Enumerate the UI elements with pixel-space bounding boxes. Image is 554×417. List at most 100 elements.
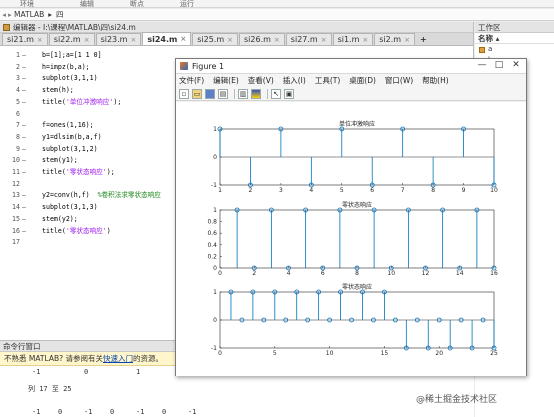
variable-icon	[479, 46, 485, 53]
editor-tab[interactable]: si23.m ×	[95, 33, 142, 45]
figure-title: Figure 1	[192, 61, 225, 71]
figure-menu-item[interactable]: 查看(V)	[248, 75, 274, 86]
figure-menu-item[interactable]: 窗口(W)	[385, 75, 413, 86]
tab-label: si1.m	[337, 35, 360, 44]
figure-window[interactable]: Figure 1 — □ ✕ 文件(F) 编辑(E) 查看(V) 插入(I) 工具(T)…	[175, 58, 527, 376]
tab-label: si26.m	[244, 35, 271, 44]
close-tab-icon[interactable]: ×	[130, 36, 136, 44]
toolstrip-item[interactable]: 环境	[20, 0, 34, 9]
breakpoint-marker[interactable]: —	[22, 120, 26, 131]
figure-menu-item[interactable]: 编辑(E)	[213, 75, 239, 86]
nav-arrow-icon[interactable]: ◂ ▸	[0, 11, 14, 19]
maximize-icon[interactable]: □	[493, 60, 505, 70]
breakpoint-marker[interactable]: —	[22, 144, 26, 155]
output-value: -1	[188, 408, 197, 416]
pointer-icon[interactable]: ↖	[271, 88, 281, 99]
editor-tab[interactable]: si27.m ×	[285, 33, 332, 45]
code-text: title('零状态响应')	[42, 226, 111, 237]
editor-tab[interactable]: si25.m ×	[192, 33, 239, 45]
path-bar[interactable]: ◂ ▸ MATLAB ▸ 四	[0, 9, 554, 21]
breakpoint-marker[interactable]: —	[22, 97, 26, 108]
breakpoint-marker[interactable]: —	[22, 62, 26, 73]
code-token: subplot(3,1,2)	[42, 144, 98, 153]
code-text: subplot(3,1,3)	[42, 202, 98, 213]
line-number: 16	[12, 226, 20, 235]
y-tick-label: 0	[213, 265, 217, 272]
breakpoint-marker[interactable]: —	[22, 190, 26, 201]
x-tick-label: 15	[381, 350, 389, 357]
tab-label: si22.m	[53, 35, 81, 44]
workspace-name-column[interactable]: 名称 ▴	[475, 33, 554, 44]
quick-start-link[interactable]: 快速入门	[103, 354, 133, 363]
breakpoint-marker[interactable]: —	[22, 85, 26, 96]
editor-tab[interactable]: si1.m ×	[332, 33, 374, 45]
notice-suffix: 的资源。	[132, 354, 163, 363]
close-tab-icon[interactable]: ×	[274, 36, 280, 44]
path-segment[interactable]: ▸	[48, 10, 52, 19]
breakpoint-marker[interactable]: —	[22, 214, 26, 225]
figure-menu-item[interactable]: 插入(I)	[283, 75, 306, 86]
insert-colorbar-icon[interactable]	[251, 88, 261, 99]
open-file-icon[interactable]: ▭	[192, 88, 202, 99]
breakpoint-marker[interactable]: —	[22, 167, 26, 178]
plot-title: 单位冲激响应	[339, 120, 375, 128]
figure-canvas[interactable]: 单位冲激响应 1 2 3 4 5 6 7 8 9 10 -1 0 1 零状态响应 0 2 4 6 8 10 12 14 16 0…	[176, 102, 526, 376]
figure-menu-item[interactable]: 桌面(D)	[349, 75, 376, 86]
x-tick-label: 1	[218, 187, 222, 194]
new-tab-button[interactable]: +	[416, 33, 431, 45]
close-tab-icon[interactable]: ×	[227, 36, 233, 44]
close-tab-icon[interactable]: ×	[37, 36, 43, 44]
link-plot-icon[interactable]: ▥	[238, 88, 248, 99]
close-tab-icon[interactable]: ×	[84, 36, 90, 44]
save-icon[interactable]	[205, 88, 215, 99]
close-tab-icon[interactable]: ×	[180, 35, 186, 43]
toolstrip-item[interactable]: 运行	[180, 0, 194, 9]
editor-tabs: si21.m × si22.m × si23.m × si24.m × si25.m × si26.…	[0, 32, 473, 46]
figure-menu-item[interactable]: 文件(F)	[179, 75, 204, 86]
editor-tab[interactable]: si2.m ×	[374, 33, 415, 45]
plot-tools-icon[interactable]: ▣	[284, 88, 294, 99]
line-number: 2	[16, 62, 20, 71]
breakpoint-marker[interactable]: —	[22, 50, 26, 61]
workspace-title: 工作区	[475, 22, 554, 33]
toolstrip-item[interactable]: 断点	[130, 0, 144, 9]
notice-text: 不熟悉 MATLAB? 请参阅有关	[4, 354, 103, 363]
string-literal: '零状态响应'	[65, 226, 107, 235]
code-token: y1=dlsim(b,a,f)	[42, 132, 102, 141]
figure-menu-item[interactable]: 帮助(H)	[422, 75, 449, 86]
code-token: );	[113, 97, 122, 106]
toolstrip-item[interactable]: 编辑	[80, 0, 94, 9]
x-tick-label: 10	[387, 270, 395, 277]
x-tick-label: 8	[355, 270, 359, 277]
x-tick-label: 20	[435, 350, 443, 357]
new-figure-icon[interactable]: ▫	[179, 88, 189, 99]
editor-tab[interactable]: si24.m ×	[142, 32, 192, 45]
close-tab-icon[interactable]: ×	[321, 36, 327, 44]
code-token: title(	[42, 97, 66, 106]
x-tick-label: 5	[340, 187, 344, 194]
editor-tab[interactable]: si26.m ×	[239, 33, 285, 45]
breakpoint-marker[interactable]: —	[22, 132, 26, 143]
figure-menu-item[interactable]: 工具(T)	[315, 75, 340, 86]
line-number: 14	[12, 203, 20, 212]
minimize-icon[interactable]: —	[476, 60, 488, 70]
tab-label: si23.m	[100, 35, 128, 44]
path-segment[interactable]: MATLAB	[14, 10, 44, 19]
close-tab-icon[interactable]: ×	[362, 36, 368, 44]
editor-tab[interactable]: si22.m ×	[48, 33, 95, 45]
path-segment[interactable]: 四	[56, 9, 64, 20]
print-icon[interactable]: ▤	[218, 88, 228, 99]
code-token: h=impz(b,a);	[42, 62, 90, 71]
breakpoint-marker[interactable]: —	[22, 155, 26, 166]
editor-tab[interactable]: si21.m ×	[2, 33, 48, 45]
breakpoint-marker[interactable]: —	[22, 202, 26, 213]
close-tab-icon[interactable]: ×	[404, 36, 410, 44]
y-tick-label: 1	[213, 289, 217, 296]
workspace-variable[interactable]: a	[475, 44, 554, 55]
close-icon[interactable]: ✕	[510, 60, 522, 70]
breakpoint-marker[interactable]: —	[22, 73, 26, 84]
code-token: f=ones(1,16);	[42, 121, 94, 130]
output-value: 0	[110, 408, 115, 416]
figure-title-bar[interactable]: Figure 1 — □ ✕	[176, 59, 526, 74]
breakpoint-marker[interactable]: —	[22, 226, 26, 237]
